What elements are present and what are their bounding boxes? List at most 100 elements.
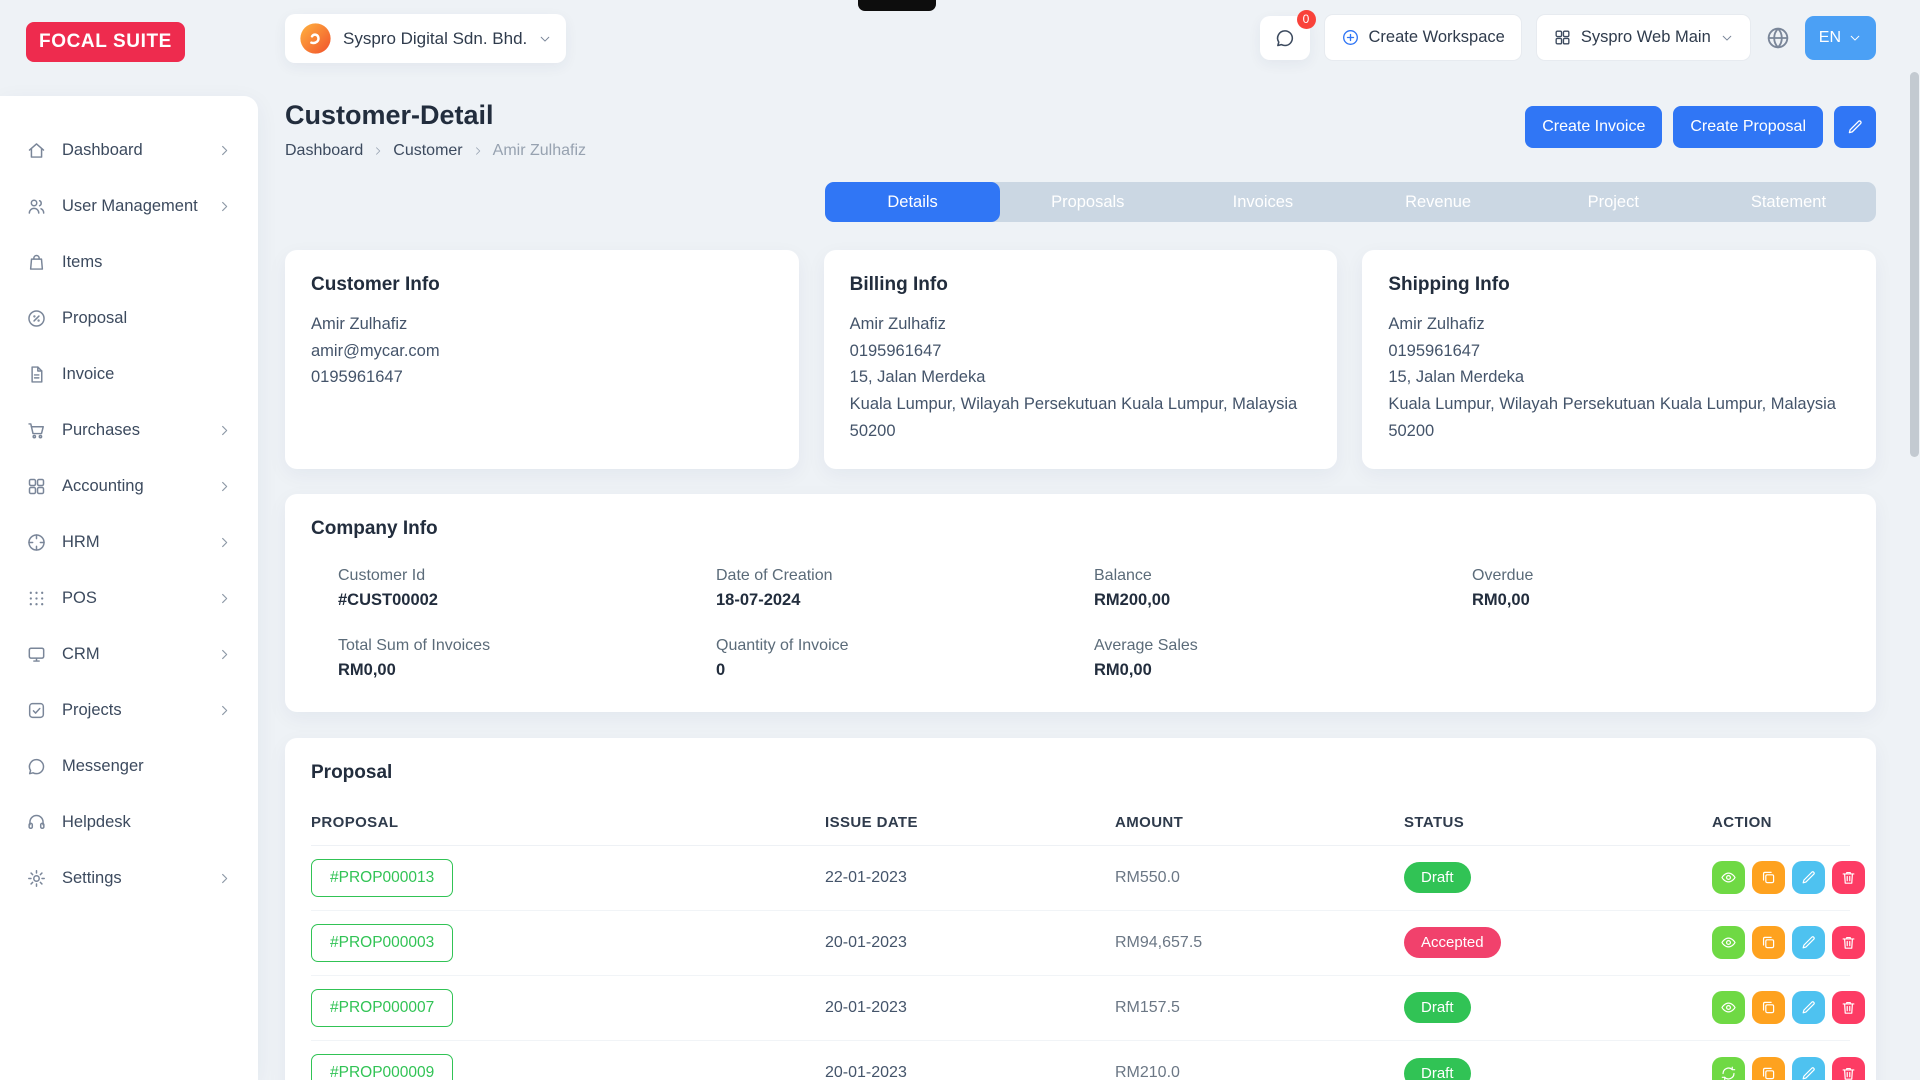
sidebar-item[interactable]: POS: [0, 570, 258, 626]
sidebar-item[interactable]: Settings: [0, 850, 258, 906]
page-title: Customer-Detail: [285, 100, 586, 131]
breadcrumb: Dashboard Customer Amir Zulhafiz: [285, 142, 586, 160]
tab[interactable]: Proposals: [1000, 182, 1175, 222]
detail-tabs: DetailsProposalsInvoicesRevenueProjectSt…: [825, 182, 1876, 222]
sidebar-nav: Dashboard User Management Items Proposal…: [0, 96, 258, 1080]
language-selector[interactable]: EN: [1805, 16, 1876, 60]
view-button[interactable]: [1712, 861, 1745, 894]
trash-icon: [1840, 869, 1857, 886]
breadcrumb-dashboard[interactable]: Dashboard: [285, 142, 363, 160]
grid-icon: [1553, 28, 1572, 47]
sidebar-item-label: Projects: [62, 701, 202, 720]
chevron-down-icon: [1848, 31, 1862, 45]
duplicate-button[interactable]: [1752, 861, 1785, 894]
tab[interactable]: Revenue: [1351, 182, 1526, 222]
dots-grid-icon: [26, 588, 47, 609]
copy-icon: [1760, 869, 1777, 886]
sidebar-item[interactable]: Messenger: [0, 738, 258, 794]
sidebar-item-label: Invoice: [62, 365, 202, 384]
tab[interactable]: Details: [825, 182, 1000, 222]
chat-icon: [26, 756, 47, 777]
column-header: STATUS: [1404, 814, 1712, 831]
sidebar-item[interactable]: Items: [0, 234, 258, 290]
aperture-icon: [26, 532, 47, 553]
company-info-field: Balance RM200,00: [1094, 567, 1472, 610]
trash-icon: [1840, 1065, 1857, 1080]
delete-button[interactable]: [1832, 991, 1865, 1024]
sidebar-item[interactable]: Purchases: [0, 402, 258, 458]
app-logo[interactable]: FOCAL SUITE: [26, 22, 185, 62]
pencil-icon: [1800, 934, 1817, 951]
tab[interactable]: Statement: [1701, 182, 1876, 222]
company-name: Syspro Digital Sdn. Bhd.: [343, 29, 527, 49]
tab[interactable]: Invoices: [1175, 182, 1350, 222]
info-line: Kuala Lumpur, Wilayah Persekutuan Kuala …: [850, 391, 1312, 418]
chevron-right-icon: [217, 143, 232, 158]
home-icon: [26, 140, 47, 161]
duplicate-button[interactable]: [1752, 991, 1785, 1024]
chevron-right-icon: [217, 199, 232, 214]
chevron-down-icon: [1720, 31, 1734, 45]
workspace-selector[interactable]: Syspro Web Main: [1536, 14, 1751, 61]
scrollbar-thumb[interactable]: [1910, 72, 1919, 457]
breadcrumb-customer[interactable]: Customer: [393, 142, 462, 160]
duplicate-button[interactable]: [1752, 926, 1785, 959]
view-button[interactable]: [1712, 1057, 1745, 1080]
edit-button[interactable]: [1792, 991, 1825, 1024]
create-invoice-button[interactable]: Create Invoice: [1525, 106, 1662, 148]
card-title: Billing Info: [850, 274, 1312, 296]
sidebar-item[interactable]: User Management: [0, 178, 258, 234]
row-actions: [1712, 991, 1865, 1024]
sidebar-item-label: CRM: [62, 645, 202, 664]
delete-button[interactable]: [1832, 1057, 1865, 1080]
create-workspace-button[interactable]: Create Workspace: [1324, 14, 1522, 61]
chevron-right-icon: [217, 871, 232, 886]
sidebar-item[interactable]: Dashboard: [0, 122, 258, 178]
field-label: Overdue: [1472, 567, 1850, 585]
edit-button[interactable]: [1792, 926, 1825, 959]
globe-icon[interactable]: [1765, 25, 1791, 51]
info-line: 50200: [850, 418, 1312, 445]
edit-customer-button[interactable]: [1834, 106, 1876, 148]
sidebar-item[interactable]: CRM: [0, 626, 258, 682]
sidebar-item[interactable]: Accounting: [0, 458, 258, 514]
info-line: 0195961647: [850, 338, 1312, 365]
proposal-link[interactable]: #PROP000009: [311, 1054, 453, 1080]
proposal-link[interactable]: #PROP000003: [311, 924, 453, 962]
delete-button[interactable]: [1832, 926, 1865, 959]
view-button[interactable]: [1712, 926, 1745, 959]
delete-button[interactable]: [1832, 861, 1865, 894]
info-line: 15, Jalan Merdeka: [850, 364, 1312, 391]
proposal-link[interactable]: #PROP000013: [311, 859, 453, 897]
view-button[interactable]: [1712, 991, 1745, 1024]
topbar-right: 0 Create Workspace Syspro Web Main EN: [1260, 14, 1877, 61]
table-row: #PROP000009 20-01-2023 RM210.0 Draft: [311, 1041, 1850, 1080]
company-selector[interactable]: Syspro Digital Sdn. Bhd.: [285, 14, 566, 63]
company-info-field: Average Sales RM0,00: [1094, 637, 1472, 680]
edit-button[interactable]: [1792, 861, 1825, 894]
gear-icon: [26, 868, 47, 889]
sidebar-item[interactable]: Helpdesk: [0, 794, 258, 850]
sidebar-item[interactable]: Projects: [0, 682, 258, 738]
company-logo-icon: [299, 22, 332, 55]
messages-button[interactable]: 0: [1260, 16, 1310, 60]
sidebar-item[interactable]: Proposal: [0, 290, 258, 346]
language-label: EN: [1819, 29, 1841, 47]
sidebar-item[interactable]: Invoice: [0, 346, 258, 402]
field-label: Balance: [1094, 567, 1472, 585]
tabs-row: DetailsProposalsInvoicesRevenueProjectSt…: [285, 182, 1876, 222]
column-header: ACTION: [1712, 814, 1850, 831]
sidebar-item-label: Proposal: [62, 309, 202, 328]
company-info-field: Customer Id #CUST00002: [338, 567, 716, 610]
bag-icon: [26, 252, 47, 273]
sidebar-item-label: Helpdesk: [62, 813, 202, 832]
proposal-link[interactable]: #PROP000007: [311, 989, 453, 1027]
scrollbar[interactable]: [1908, 0, 1920, 1080]
duplicate-button[interactable]: [1752, 1057, 1785, 1080]
tab[interactable]: Project: [1526, 182, 1701, 222]
discount-icon: [26, 308, 47, 329]
info-line: 15, Jalan Merdeka: [1388, 364, 1850, 391]
edit-button[interactable]: [1792, 1057, 1825, 1080]
sidebar-item[interactable]: HRM: [0, 514, 258, 570]
create-proposal-button[interactable]: Create Proposal: [1673, 106, 1823, 148]
